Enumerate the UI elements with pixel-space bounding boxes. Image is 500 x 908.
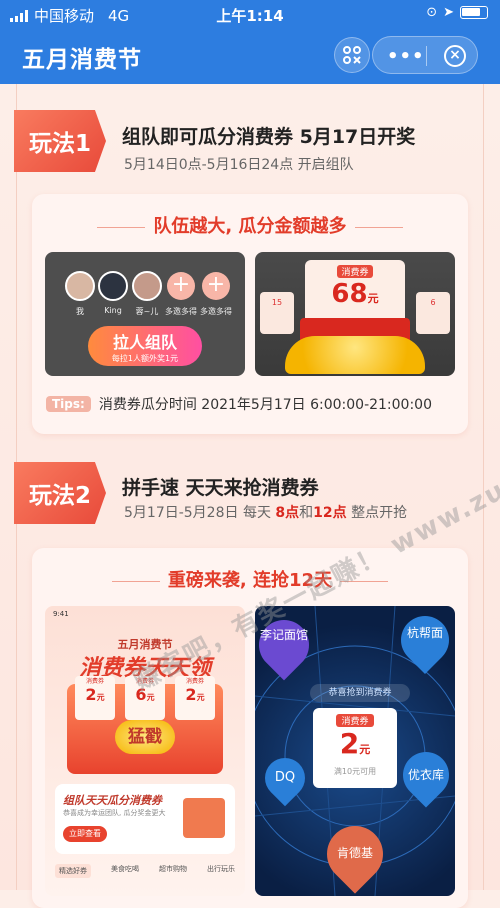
battery-icon <box>460 6 488 19</box>
mini-coupon: 消费券 2元 <box>175 676 215 720</box>
avatar <box>65 271 95 301</box>
view-now-button[interactable]: 立即查看 <box>63 826 107 842</box>
avatar <box>98 271 128 301</box>
avatar <box>132 271 162 301</box>
gold-coins <box>285 336 425 374</box>
play2-headline: 拼手速 天天来抢消费券 <box>122 477 319 499</box>
miniapp-capsule: ••• × <box>372 36 478 74</box>
play1-headline: 组队即可瓜分消费券 5月17日开奖 <box>122 126 416 148</box>
tips-row: Tips: 消费券瓜分时间 2021年5月17日 6:00:00-21:00:0… <box>46 394 432 414</box>
small-coupon: 15 <box>260 292 294 334</box>
play1-card-title: 队伍越大, 瓜分金额越多 <box>32 212 468 238</box>
play1-card: 队伍越大, 瓜分金额越多 + + 我 King 蓉~儿 多邀多得 多邀多得 拉人… <box>32 194 468 434</box>
map-panel: 李记面馆 杭帮面 DQ 优衣库 肯德基 恭喜抢到消费券 消费券 2元 满10元可… <box>255 606 455 896</box>
tips-tag: Tips: <box>46 396 91 412</box>
scan-button[interactable] <box>334 37 370 73</box>
play1-subline: 5月14日0点-5月16日24点 开启组队 <box>124 157 354 173</box>
more-button[interactable]: ••• <box>387 46 425 67</box>
grab-button[interactable]: 猛戳 <box>115 720 175 754</box>
team-panel: + + 我 King 蓉~儿 多邀多得 多邀多得 拉人组队 每拉1人额外奖1元 <box>45 252 245 376</box>
page-title: 五月消费节 <box>22 47 142 73</box>
phone-tabs: 精选好券 美食吃喝 超市购物 出行玩乐 <box>45 864 245 878</box>
status-time: 上午1:14 <box>216 7 284 25</box>
tab-selected[interactable]: 精选好券 <box>55 864 91 878</box>
invite-team-button[interactable]: 拉人组队 每拉1人额外奖1元 <box>88 326 202 366</box>
congrats-label: 恭喜抢到消费券 <box>310 684 410 702</box>
add-member-icon[interactable]: + <box>167 272 195 300</box>
play2-subline: 5月17日-5月28日 每天 8点和12点 整点开抢 <box>124 505 408 521</box>
small-coupon: 6 <box>416 292 450 334</box>
nav-bar: 五月消费节 ••• × <box>0 28 500 84</box>
play2-tag: 玩法2 <box>14 462 106 524</box>
play2-card-title: 重磅来袭, 连抢12天 <box>32 566 468 592</box>
play1-tag: 玩法1 <box>14 110 106 172</box>
rotation-lock-icon: ⊙ <box>426 5 438 20</box>
tab[interactable]: 超市购物 <box>159 864 187 878</box>
member-name: 多邀多得 <box>200 307 232 316</box>
coupon-68: 消费券 68元 <box>305 260 405 324</box>
content-area: 玩法1 组队即可瓜分消费券 5月17日开奖 5月14日0点-5月16日24点 开… <box>0 84 500 908</box>
close-button[interactable]: × <box>444 45 466 67</box>
mini-coupon: 消费券 2元 <box>75 676 115 720</box>
gift-icon <box>183 798 225 838</box>
team-banner: 组队天天瓜分消费券 恭喜成为幸运团队, 瓜分奖金更大 立即查看 <box>55 784 235 854</box>
tab[interactable]: 美食吃喝 <box>111 864 139 878</box>
add-member-icon[interactable]: + <box>202 272 230 300</box>
status-bar: 中国移动 4G 上午1:14 ⊙ ➤ <box>0 0 500 28</box>
tab[interactable]: 出行玩乐 <box>207 864 235 878</box>
tips-text: 消费券瓜分时间 2021年5月17日 6:00:00-21:00:00 <box>98 397 432 413</box>
prize-panel: 15 6 消费券 68元 <box>255 252 455 376</box>
scan-icon <box>343 46 361 64</box>
location-icon: ➤ <box>443 5 454 20</box>
map-coupon: 消费券 2元 满10元可用 <box>313 708 397 788</box>
